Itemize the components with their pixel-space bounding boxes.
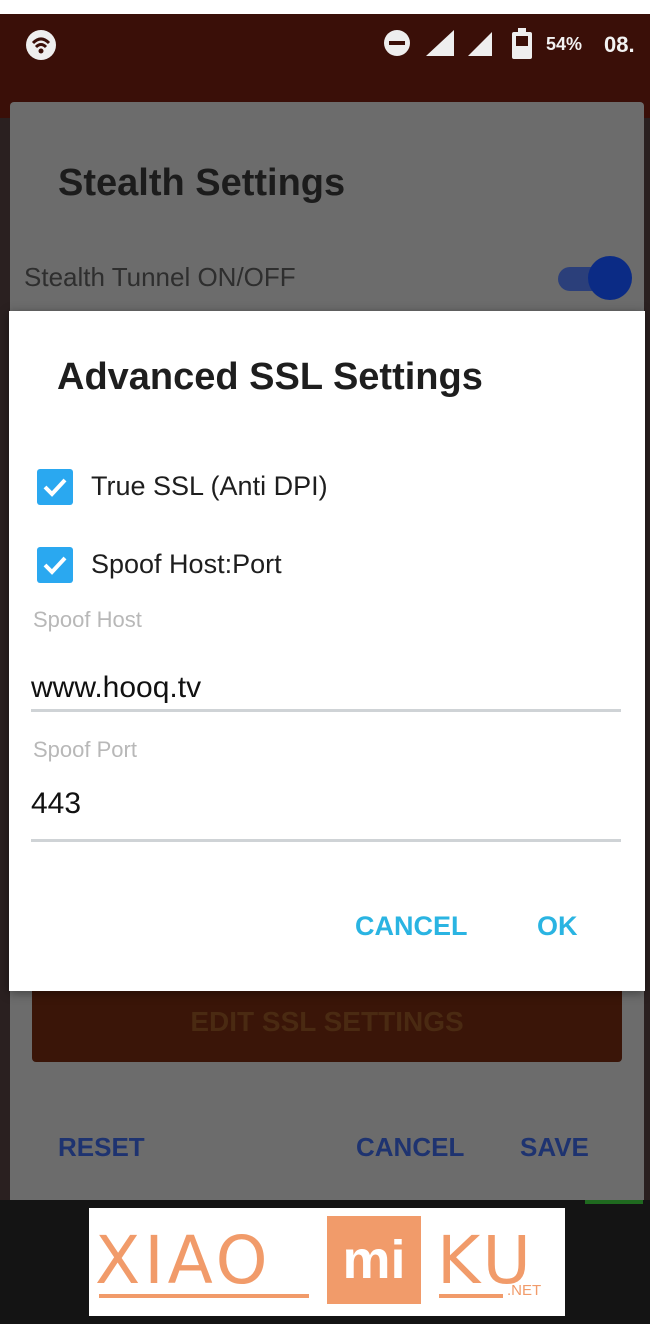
spoof-port-label: Spoof Port xyxy=(33,737,137,762)
true-ssl-checkbox[interactable] xyxy=(37,469,73,505)
checkmark-icon xyxy=(43,556,67,575)
phone-screen: 54% 08. Stealth Settings Stealth Tunnel … xyxy=(0,14,650,1324)
battery-icon xyxy=(510,28,534,67)
save-button[interactable]: SAVE xyxy=(520,1132,589,1163)
spoof-host-port-label: Spoof Host:Port xyxy=(91,549,282,579)
checkmark-icon xyxy=(43,478,67,497)
stealth-tunnel-label: Stealth Tunnel ON/OFF xyxy=(24,262,296,292)
advanced-ssl-dialog: Advanced SSL Settings True SSL (Anti DPI… xyxy=(9,311,645,991)
spoof-host-input[interactable]: www.hooq.tv xyxy=(31,671,201,705)
watermark-suffix: .NET xyxy=(507,1282,542,1299)
reset-button[interactable]: RESET xyxy=(58,1132,145,1163)
watermark-text-left: XIAO xyxy=(95,1222,272,1299)
signal-2-icon xyxy=(466,28,496,65)
stealth-tunnel-toggle[interactable] xyxy=(588,256,632,300)
spoof-host-port-checkbox[interactable] xyxy=(37,547,73,583)
spoof-port-input[interactable]: 443 xyxy=(31,787,81,821)
clock: 08. xyxy=(604,32,635,57)
spoof-port-underline xyxy=(31,839,621,842)
watermark-underline-left xyxy=(99,1294,309,1298)
signal-1-icon xyxy=(424,28,458,65)
status-bar: 54% 08. xyxy=(0,14,650,78)
stealth-settings-title: Stealth Settings xyxy=(58,162,346,204)
dialog-title: Advanced SSL Settings xyxy=(57,356,483,398)
true-ssl-label: True SSL (Anti DPI) xyxy=(91,471,328,501)
watermark-underline-right xyxy=(439,1294,503,1298)
watermark-mi-box: mi xyxy=(327,1216,421,1304)
ok-button[interactable]: OK xyxy=(537,911,578,942)
battery-percent: 54% xyxy=(546,34,583,54)
spoof-host-label: Spoof Host xyxy=(33,607,142,632)
stealth-cancel-button[interactable]: CANCEL xyxy=(356,1132,464,1163)
accent-line xyxy=(585,1200,643,1204)
wifi-lock-icon xyxy=(24,28,58,69)
do-not-disturb-icon xyxy=(382,28,412,65)
spoof-host-underline xyxy=(31,709,621,712)
cancel-button[interactable]: CANCEL xyxy=(355,911,468,942)
watermark-logo: XIAO mi KU .NET xyxy=(89,1208,565,1316)
